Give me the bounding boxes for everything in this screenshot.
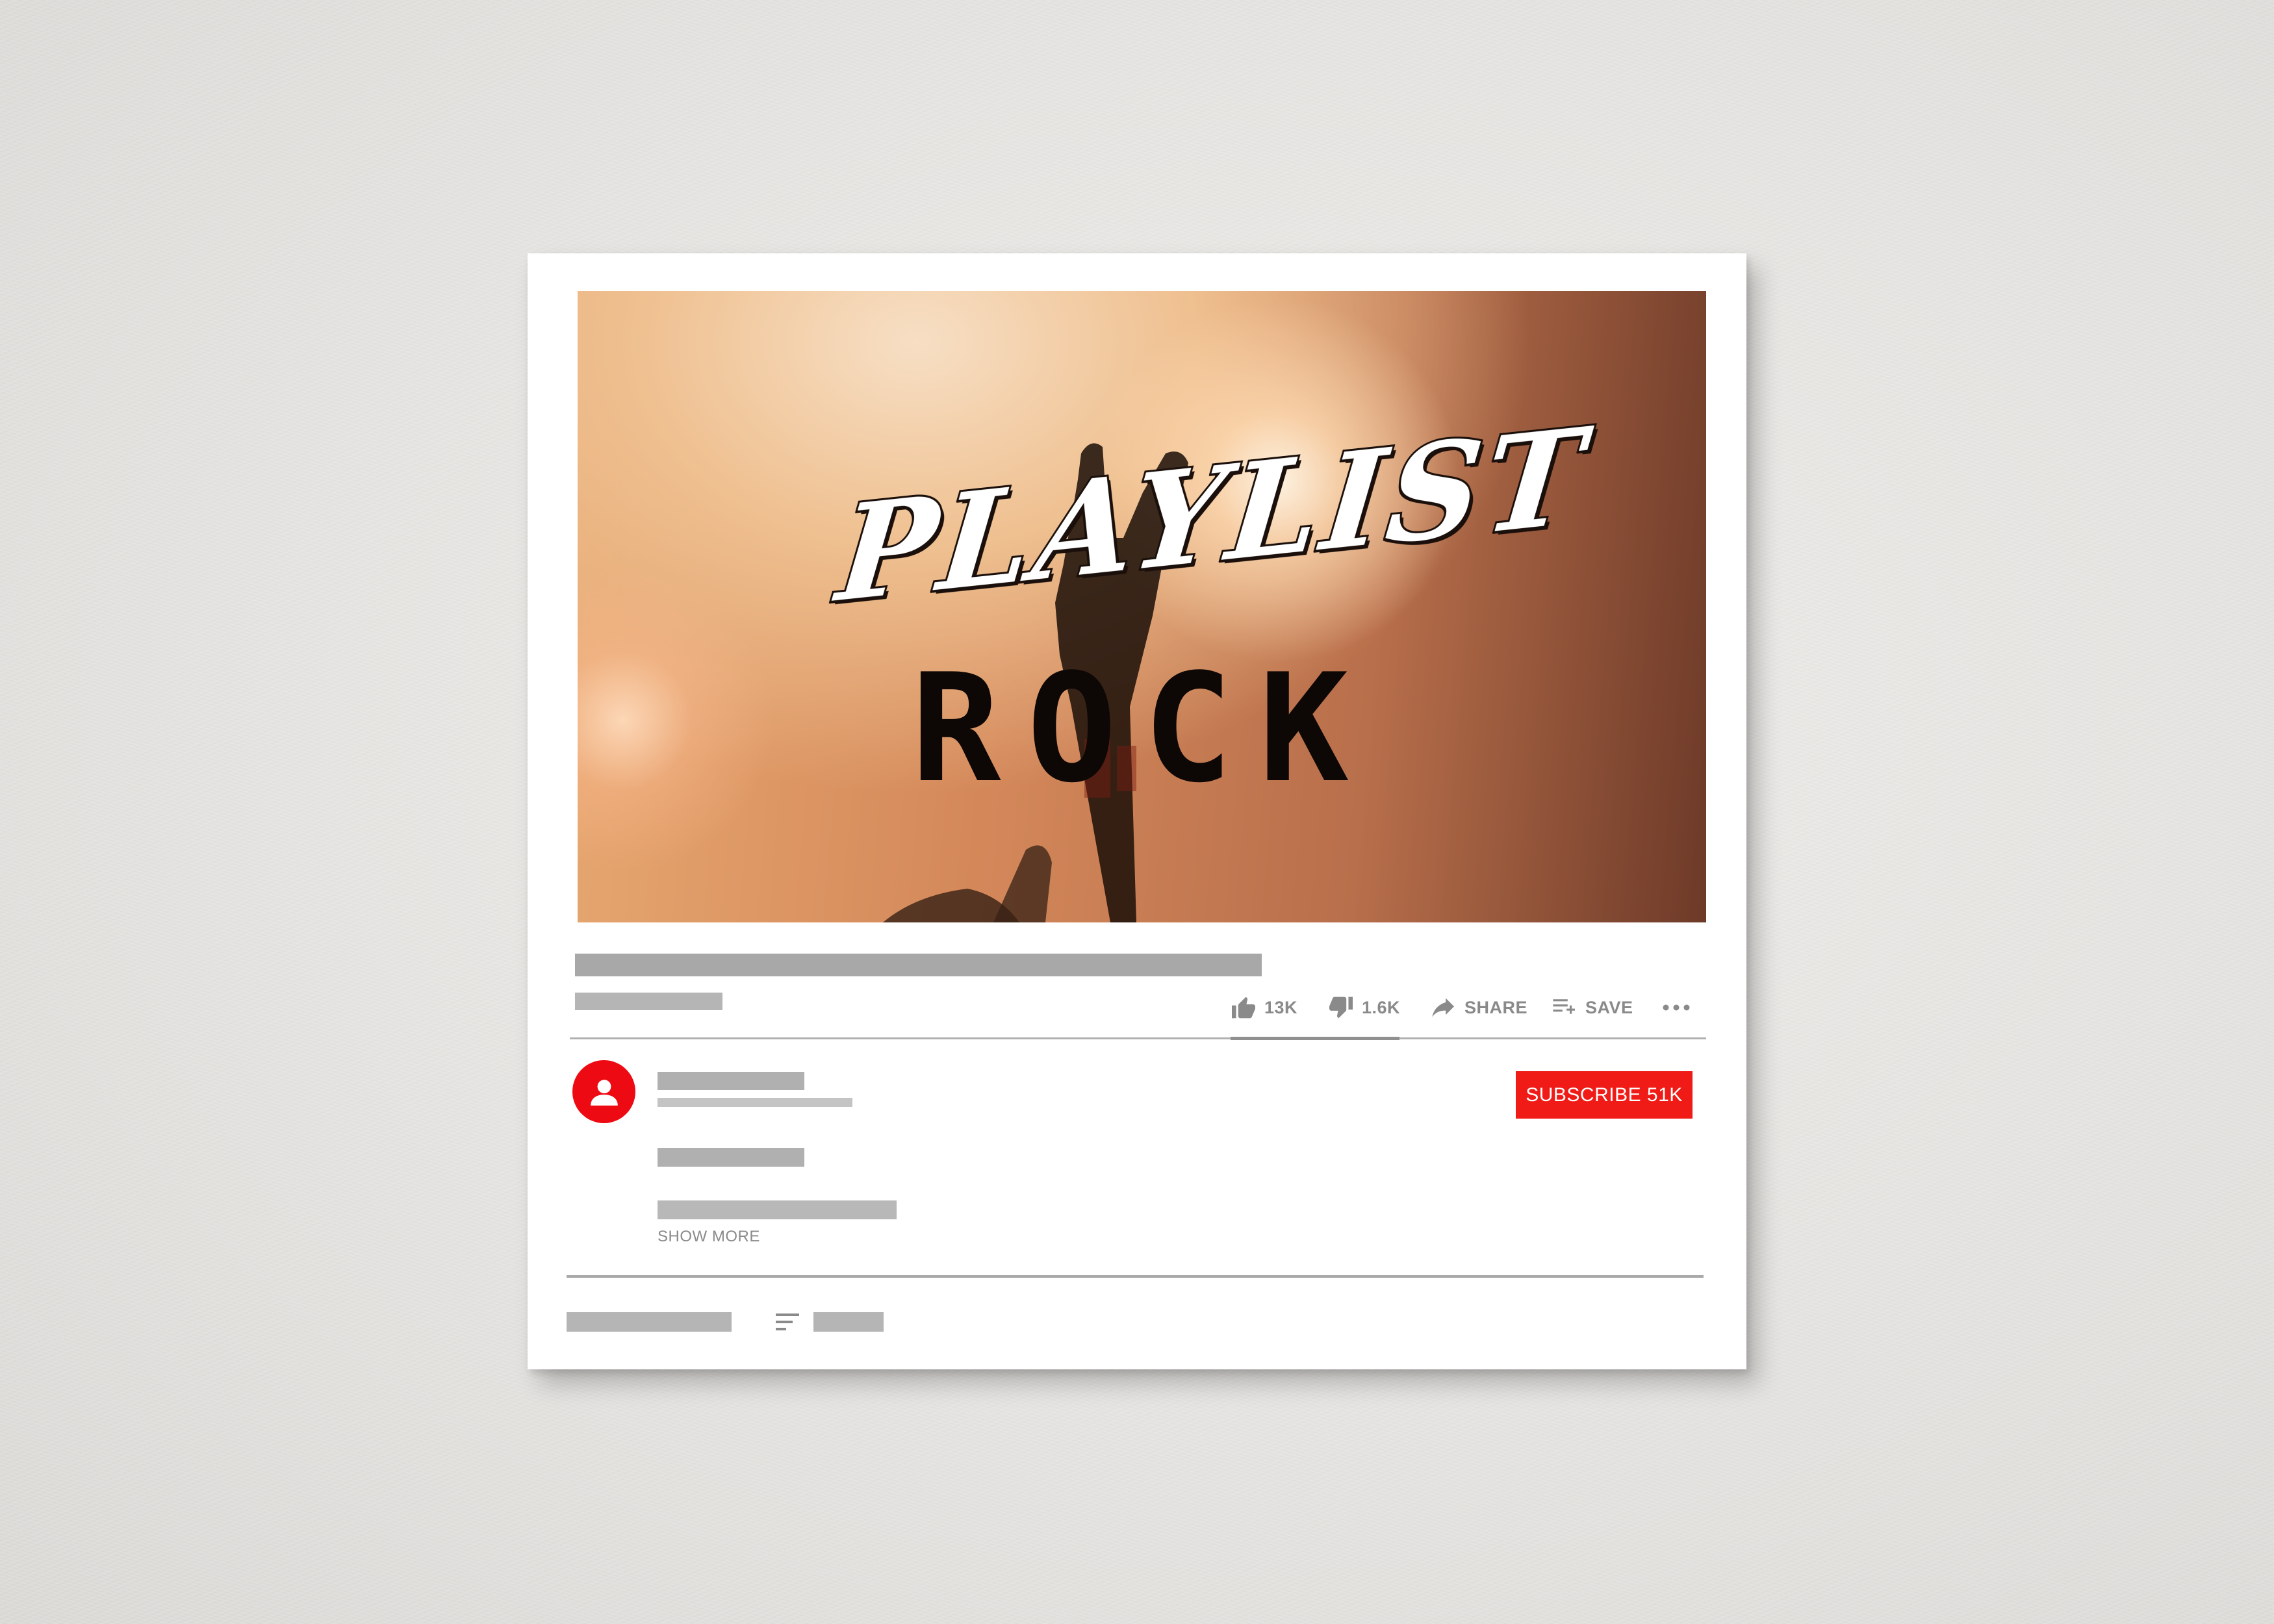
thumbnail-title-rock: ROCK [911,642,1375,816]
share-button[interactable]: SHARE [1431,997,1552,1018]
sort-icon[interactable] [774,1311,803,1333]
like-button[interactable]: 13K [1231,996,1328,1019]
user-avatar-icon [590,1079,618,1106]
thumbs-up-icon [1232,996,1255,1019]
sort-by-placeholder[interactable] [813,1312,884,1332]
channel-subscribers-placeholder [658,1098,852,1107]
show-more-link[interactable]: SHOW MORE [658,1228,760,1246]
comments-count-placeholder [567,1312,732,1332]
like-count: 13K [1264,997,1298,1017]
like-dislike-ratio-bar [1231,1037,1399,1040]
view-count-placeholder [575,993,722,1010]
playlist-add-icon [1553,999,1575,1014]
dislike-count: 1.6K [1362,997,1401,1017]
more-horizontal-icon [1663,1004,1690,1011]
thumbs-down-icon [1329,996,1353,1019]
video-title-placeholder [575,954,1262,976]
more-options-button[interactable] [1662,1004,1701,1011]
video-actions-bar: 13K 1.6K SHARE SAVE [1231,991,1701,1024]
description-divider [567,1275,1704,1278]
actions-divider [570,1037,1706,1039]
dislike-button[interactable]: 1.6K [1328,996,1431,1019]
rock-hand-silhouette [883,443,1188,922]
share-arrow-icon [1432,998,1454,1017]
description-line-placeholder [658,1200,897,1219]
share-label: SHARE [1464,997,1528,1017]
description-line-placeholder [658,1148,804,1167]
save-button[interactable]: SAVE [1552,997,1662,1018]
channel-name-placeholder[interactable] [658,1072,804,1090]
save-label: SAVE [1585,997,1633,1017]
channel-avatar[interactable] [572,1060,635,1123]
video-page-card: PLAYLIST ROCK 13K 1.6K SHARE SAVE SUBSCR… [528,253,1746,1369]
video-thumbnail[interactable]: PLAYLIST ROCK [578,291,1706,922]
subscribe-button[interactable]: SUBSCRIBE 51K [1516,1071,1693,1119]
